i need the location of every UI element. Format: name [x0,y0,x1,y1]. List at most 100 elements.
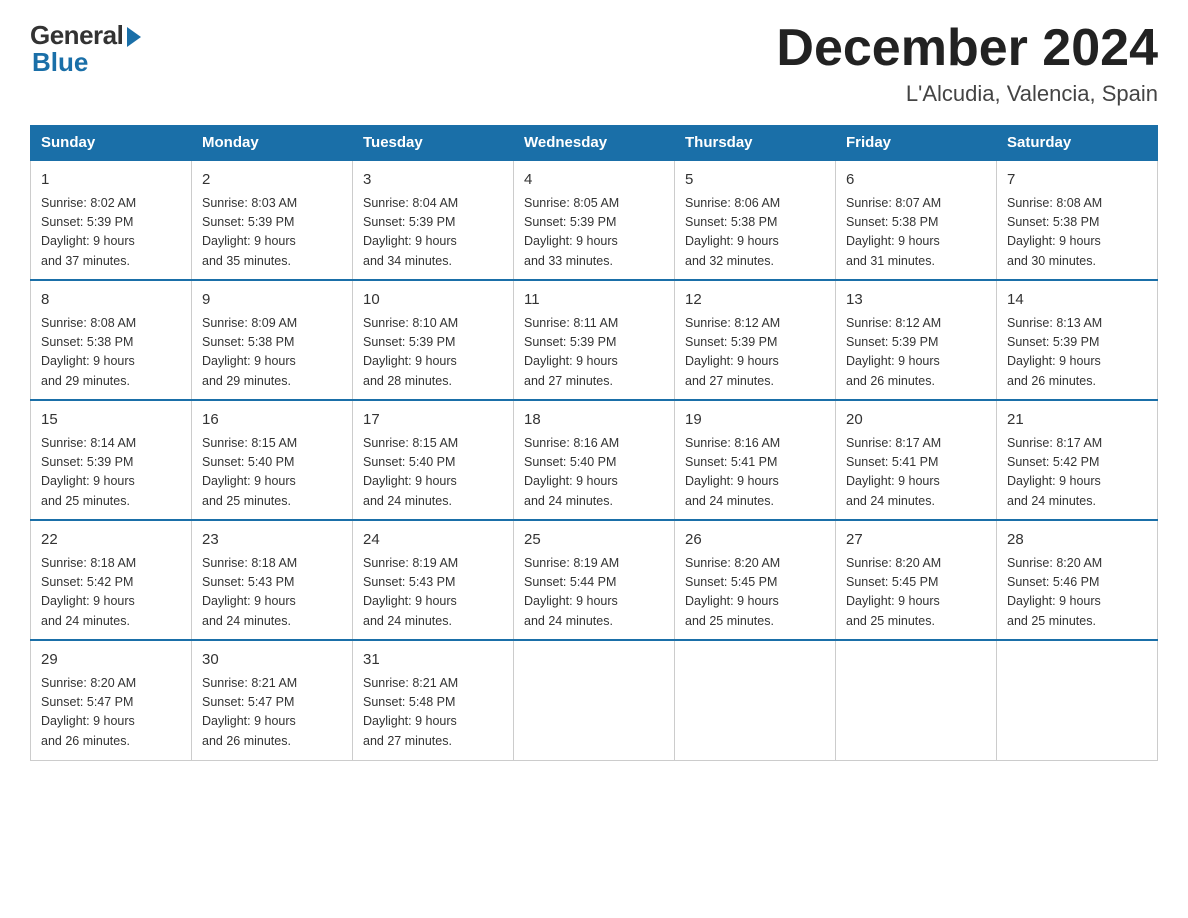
day-number: 30 [202,649,342,672]
day-info: Sunrise: 8:10 AMSunset: 5:39 PMDaylight:… [363,314,503,392]
day-number: 28 [1007,529,1147,552]
calendar-cell: 16Sunrise: 8:15 AMSunset: 5:40 PMDayligh… [192,400,353,520]
calendar-week-row: 8Sunrise: 8:08 AMSunset: 5:38 PMDaylight… [31,280,1158,400]
day-number: 3 [363,169,503,192]
day-info: Sunrise: 8:06 AMSunset: 5:38 PMDaylight:… [685,194,825,272]
page-header: General Blue December 2024 L'Alcudia, Va… [30,20,1158,107]
calendar-week-row: 1Sunrise: 8:02 AMSunset: 5:39 PMDaylight… [31,160,1158,280]
calendar-cell: 5Sunrise: 8:06 AMSunset: 5:38 PMDaylight… [675,160,836,280]
calendar-cell: 21Sunrise: 8:17 AMSunset: 5:42 PMDayligh… [997,400,1158,520]
day-info: Sunrise: 8:04 AMSunset: 5:39 PMDaylight:… [363,194,503,272]
day-info: Sunrise: 8:08 AMSunset: 5:38 PMDaylight:… [41,314,181,392]
calendar-cell: 17Sunrise: 8:15 AMSunset: 5:40 PMDayligh… [353,400,514,520]
day-info: Sunrise: 8:15 AMSunset: 5:40 PMDaylight:… [202,434,342,512]
day-number: 23 [202,529,342,552]
calendar-cell: 9Sunrise: 8:09 AMSunset: 5:38 PMDaylight… [192,280,353,400]
day-number: 27 [846,529,986,552]
calendar-cell: 6Sunrise: 8:07 AMSunset: 5:38 PMDaylight… [836,160,997,280]
calendar-cell: 13Sunrise: 8:12 AMSunset: 5:39 PMDayligh… [836,280,997,400]
day-number: 7 [1007,169,1147,192]
calendar-week-row: 29Sunrise: 8:20 AMSunset: 5:47 PMDayligh… [31,640,1158,760]
calendar-cell: 10Sunrise: 8:10 AMSunset: 5:39 PMDayligh… [353,280,514,400]
calendar-cell: 20Sunrise: 8:17 AMSunset: 5:41 PMDayligh… [836,400,997,520]
day-number: 6 [846,169,986,192]
calendar-cell: 1Sunrise: 8:02 AMSunset: 5:39 PMDaylight… [31,160,192,280]
day-info: Sunrise: 8:07 AMSunset: 5:38 PMDaylight:… [846,194,986,272]
day-info: Sunrise: 8:13 AMSunset: 5:39 PMDaylight:… [1007,314,1147,392]
day-info: Sunrise: 8:18 AMSunset: 5:43 PMDaylight:… [202,554,342,632]
calendar-cell: 7Sunrise: 8:08 AMSunset: 5:38 PMDaylight… [997,160,1158,280]
calendar-cell [514,640,675,760]
calendar-cell: 3Sunrise: 8:04 AMSunset: 5:39 PMDaylight… [353,160,514,280]
day-info: Sunrise: 8:17 AMSunset: 5:41 PMDaylight:… [846,434,986,512]
day-info: Sunrise: 8:18 AMSunset: 5:42 PMDaylight:… [41,554,181,632]
column-header-saturday: Saturday [997,126,1158,161]
calendar-week-row: 22Sunrise: 8:18 AMSunset: 5:42 PMDayligh… [31,520,1158,640]
calendar-cell: 19Sunrise: 8:16 AMSunset: 5:41 PMDayligh… [675,400,836,520]
calendar-table: SundayMondayTuesdayWednesdayThursdayFrid… [30,125,1158,761]
calendar-cell: 22Sunrise: 8:18 AMSunset: 5:42 PMDayligh… [31,520,192,640]
calendar-location: L'Alcudia, Valencia, Spain [776,81,1158,107]
calendar-cell: 28Sunrise: 8:20 AMSunset: 5:46 PMDayligh… [997,520,1158,640]
day-number: 8 [41,289,181,312]
day-number: 21 [1007,409,1147,432]
calendar-cell: 12Sunrise: 8:12 AMSunset: 5:39 PMDayligh… [675,280,836,400]
day-info: Sunrise: 8:19 AMSunset: 5:44 PMDaylight:… [524,554,664,632]
day-number: 25 [524,529,664,552]
calendar-cell: 24Sunrise: 8:19 AMSunset: 5:43 PMDayligh… [353,520,514,640]
day-info: Sunrise: 8:15 AMSunset: 5:40 PMDaylight:… [363,434,503,512]
calendar-cell [997,640,1158,760]
day-number: 1 [41,169,181,192]
day-info: Sunrise: 8:16 AMSunset: 5:40 PMDaylight:… [524,434,664,512]
calendar-cell: 29Sunrise: 8:20 AMSunset: 5:47 PMDayligh… [31,640,192,760]
day-number: 12 [685,289,825,312]
day-info: Sunrise: 8:19 AMSunset: 5:43 PMDaylight:… [363,554,503,632]
calendar-title: December 2024 [776,20,1158,77]
column-header-thursday: Thursday [675,126,836,161]
day-number: 2 [202,169,342,192]
column-header-monday: Monday [192,126,353,161]
day-info: Sunrise: 8:09 AMSunset: 5:38 PMDaylight:… [202,314,342,392]
calendar-cell: 14Sunrise: 8:13 AMSunset: 5:39 PMDayligh… [997,280,1158,400]
day-info: Sunrise: 8:20 AMSunset: 5:45 PMDaylight:… [685,554,825,632]
calendar-week-row: 15Sunrise: 8:14 AMSunset: 5:39 PMDayligh… [31,400,1158,520]
day-info: Sunrise: 8:21 AMSunset: 5:47 PMDaylight:… [202,674,342,752]
calendar-cell: 11Sunrise: 8:11 AMSunset: 5:39 PMDayligh… [514,280,675,400]
day-info: Sunrise: 8:20 AMSunset: 5:46 PMDaylight:… [1007,554,1147,632]
day-number: 31 [363,649,503,672]
day-info: Sunrise: 8:12 AMSunset: 5:39 PMDaylight:… [685,314,825,392]
calendar-cell: 18Sunrise: 8:16 AMSunset: 5:40 PMDayligh… [514,400,675,520]
day-info: Sunrise: 8:14 AMSunset: 5:39 PMDaylight:… [41,434,181,512]
day-number: 19 [685,409,825,432]
calendar-cell: 8Sunrise: 8:08 AMSunset: 5:38 PMDaylight… [31,280,192,400]
day-number: 9 [202,289,342,312]
calendar-cell: 30Sunrise: 8:21 AMSunset: 5:47 PMDayligh… [192,640,353,760]
day-number: 11 [524,289,664,312]
column-header-wednesday: Wednesday [514,126,675,161]
column-header-tuesday: Tuesday [353,126,514,161]
calendar-cell [675,640,836,760]
day-number: 22 [41,529,181,552]
calendar-header-row: SundayMondayTuesdayWednesdayThursdayFrid… [31,126,1158,161]
day-number: 18 [524,409,664,432]
day-number: 15 [41,409,181,432]
logo-blue-text: Blue [32,47,88,78]
day-number: 4 [524,169,664,192]
day-number: 5 [685,169,825,192]
column-header-friday: Friday [836,126,997,161]
day-info: Sunrise: 8:16 AMSunset: 5:41 PMDaylight:… [685,434,825,512]
day-info: Sunrise: 8:17 AMSunset: 5:42 PMDaylight:… [1007,434,1147,512]
calendar-cell: 31Sunrise: 8:21 AMSunset: 5:48 PMDayligh… [353,640,514,760]
day-number: 29 [41,649,181,672]
day-number: 20 [846,409,986,432]
day-number: 10 [363,289,503,312]
day-info: Sunrise: 8:12 AMSunset: 5:39 PMDaylight:… [846,314,986,392]
day-info: Sunrise: 8:20 AMSunset: 5:47 PMDaylight:… [41,674,181,752]
title-block: December 2024 L'Alcudia, Valencia, Spain [776,20,1158,107]
calendar-cell: 4Sunrise: 8:05 AMSunset: 5:39 PMDaylight… [514,160,675,280]
calendar-cell: 25Sunrise: 8:19 AMSunset: 5:44 PMDayligh… [514,520,675,640]
logo-arrow-icon [127,27,141,47]
calendar-cell: 15Sunrise: 8:14 AMSunset: 5:39 PMDayligh… [31,400,192,520]
calendar-cell: 27Sunrise: 8:20 AMSunset: 5:45 PMDayligh… [836,520,997,640]
day-number: 26 [685,529,825,552]
